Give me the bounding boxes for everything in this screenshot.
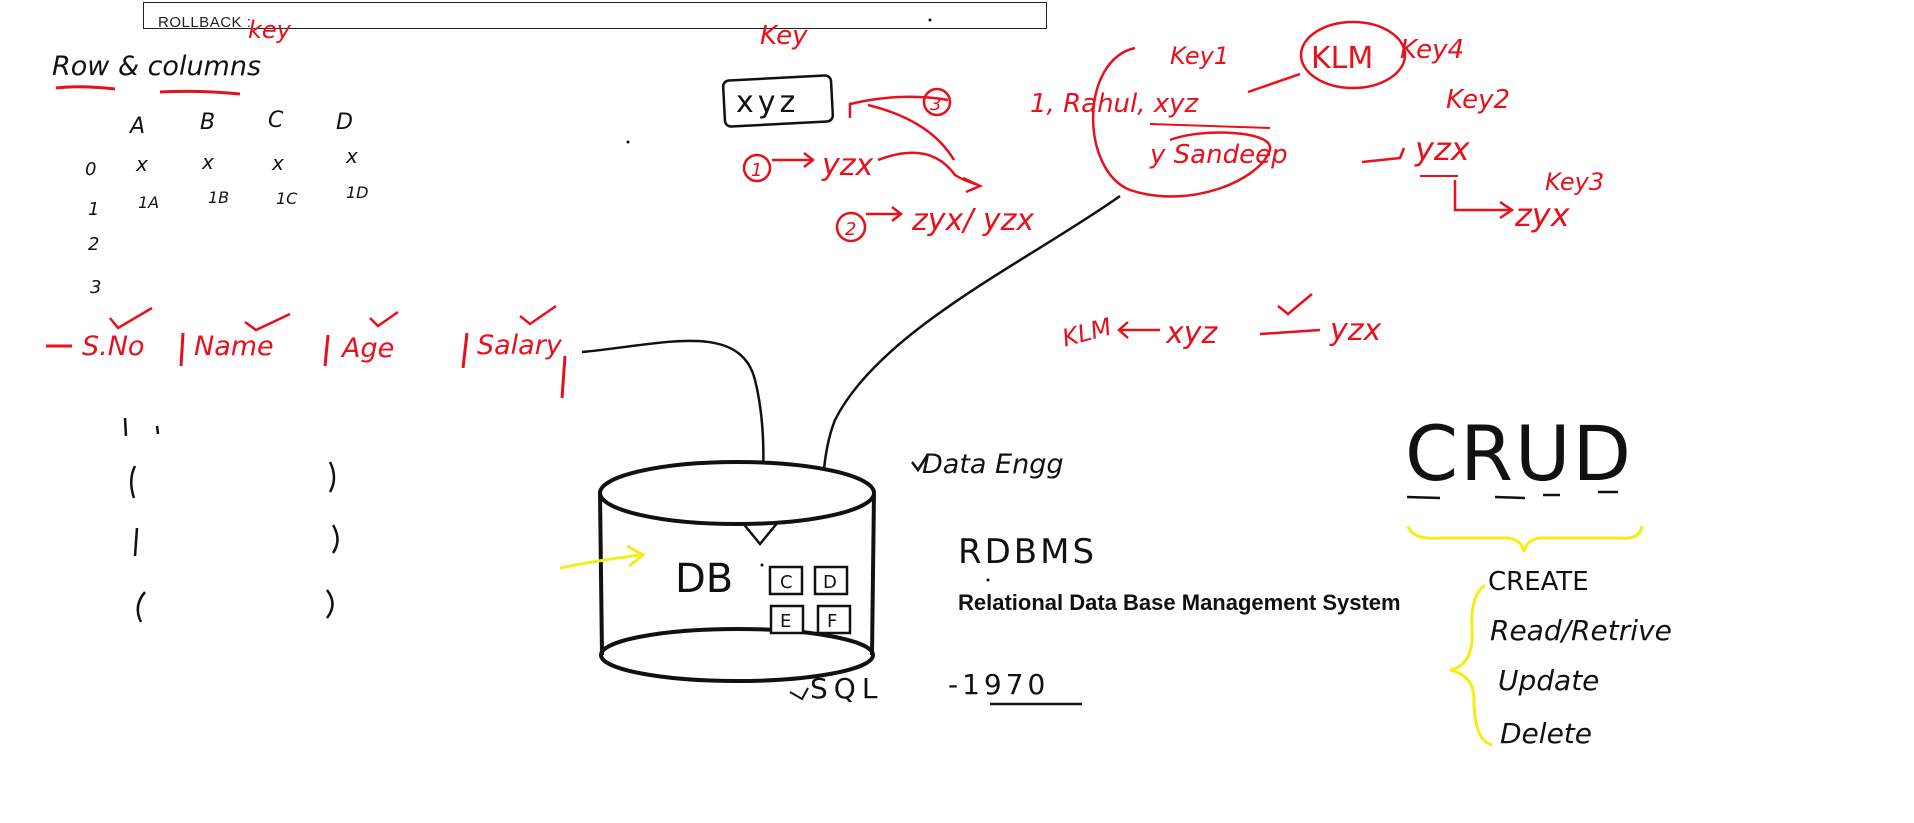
sql-label: SQL — [810, 672, 883, 705]
grid-col-d: D — [336, 110, 353, 135]
xyz-box-label: xyz — [736, 85, 799, 120]
yzx3-label: yzx — [1329, 313, 1382, 348]
arrow-2 — [866, 206, 904, 222]
field-salary: Salary — [477, 330, 563, 361]
zyx-yzx-label: zyx/ yzx — [911, 203, 1034, 238]
grid-row-3: 3 — [90, 277, 101, 298]
yzx-label: yzx — [821, 148, 874, 183]
klm-label: KLM — [1311, 41, 1373, 76]
grid-cell-1c: 1C — [276, 189, 298, 208]
xyz-yzx-line — [1259, 328, 1321, 336]
grid-cell-0a: x — [135, 152, 148, 176]
rows-notes-section: Key1 1, Rahul, xyz KLM Key4 Key2 y Sande… — [1030, 20, 1604, 353]
grid-col-a: A — [128, 114, 145, 139]
salary-tail — [560, 355, 567, 399]
sandeep-arrow — [1361, 147, 1406, 164]
bracket-scribbles — [123, 417, 339, 623]
field-sno: S.No — [82, 331, 144, 362]
crud-title: CRUD — [1405, 409, 1633, 498]
grid-cell-1a: 1A — [138, 193, 159, 212]
crud-brace — [1406, 525, 1644, 553]
grid-row-2: 2 — [88, 234, 99, 255]
field-name: Name — [194, 331, 274, 362]
yzx-curve-arrow — [877, 151, 984, 194]
crud-create: CREATE — [1488, 567, 1589, 597]
grid-cell-1b: 1B — [208, 188, 229, 207]
grid-cell-0b: x — [201, 150, 214, 174]
grid-row1-values: 1A 1B 1C 1D — [138, 183, 369, 212]
xyz-yzx-check — [1277, 293, 1313, 316]
arrow-1 — [772, 152, 816, 168]
grid-cell-0c: x — [271, 151, 284, 175]
grid-cell-1d: 1D — [346, 183, 369, 202]
db-table-f: F — [827, 611, 837, 632]
year-label: -1970 — [948, 668, 1049, 701]
rahul-underline — [1149, 123, 1271, 129]
db-table-labels: C D E F — [780, 572, 837, 632]
rows-columns-section: key Row & columns A B C D 0 1 2 3 x x x … — [46, 16, 567, 623]
db-table-d: D — [823, 572, 837, 593]
zyx-label: zyx — [1514, 196, 1571, 234]
key-label: Key — [760, 21, 808, 51]
grid-col-c: C — [268, 108, 284, 133]
rdbms-label: RDBMS — [958, 532, 1097, 572]
key3-arrow — [1453, 180, 1515, 220]
grid-column-headers: A B C D — [128, 108, 353, 139]
grid-row-labels: 0 1 2 3 — [85, 159, 101, 298]
heading-underline-2 — [159, 89, 241, 96]
data-engg-label: Data Engg — [922, 449, 1064, 480]
db-top-ellipse — [598, 460, 876, 526]
fields-line: S.No Name Age Salary — [82, 330, 563, 364]
circle-1-label: 1 — [751, 160, 762, 181]
circle-3-label: 3 — [930, 94, 941, 115]
rahul-line: 1, Rahul, xyz — [1030, 89, 1200, 119]
database-cylinder: DB C D E F — [598, 460, 876, 683]
grid-row-0: 0 — [85, 159, 96, 180]
sql-arrow — [789, 687, 809, 701]
db-table-c: C — [780, 572, 793, 593]
crud-read: Read/Retrive — [1490, 614, 1672, 647]
grid-col-b: B — [200, 110, 215, 135]
big-red-loop — [1091, 46, 1272, 198]
db-label: DB — [675, 556, 733, 602]
heading-underline-1 — [55, 85, 116, 91]
xyz2-label: xyz — [1165, 316, 1219, 351]
yzx2-label: yzx — [1414, 130, 1471, 168]
klm-line-label: KLM — [1059, 313, 1115, 353]
circle-2-label: 2 — [845, 219, 856, 240]
key3-label: Key3 — [1545, 168, 1604, 196]
crud-ops: CREATE Read/Retrive Update Delete — [1488, 567, 1672, 750]
crud-update: Update — [1498, 664, 1599, 697]
key-notes-section: Key xyz 3 1 yzx 2 zyx/ yzx — [721, 21, 1034, 243]
field-checkmarks — [109, 304, 557, 332]
field-age: Age — [340, 333, 394, 364]
xyz-to-klm-line — [1247, 72, 1301, 94]
grid-row0-values: x x x x — [135, 144, 358, 176]
key4-label: Key4 — [1400, 35, 1464, 65]
sandeep-line: y Sandeep — [1149, 140, 1288, 170]
crud-left-bracket — [1449, 583, 1493, 747]
rows-columns-heading: Row & columns — [52, 51, 261, 82]
klm-line-arrow — [1117, 321, 1160, 339]
key1-label: Key1 — [1170, 42, 1229, 70]
db-table-e: E — [780, 611, 791, 632]
grid-row-1: 1 — [88, 199, 99, 220]
grid-cell-0d: x — [345, 144, 358, 168]
key2-label: Key2 — [1446, 85, 1510, 115]
whiteboard-canvas: key Row & columns A B C D 0 1 2 3 x x x … — [46, 16, 1672, 750]
crud-section: CRUD CREATE Read/Retrive Update Delete — [1405, 409, 1672, 750]
crud-delete: Delete — [1500, 717, 1592, 750]
heading-key-scribble: key — [248, 16, 292, 44]
rdbms-full-name: Relational Data Base Management System — [958, 590, 1401, 615]
